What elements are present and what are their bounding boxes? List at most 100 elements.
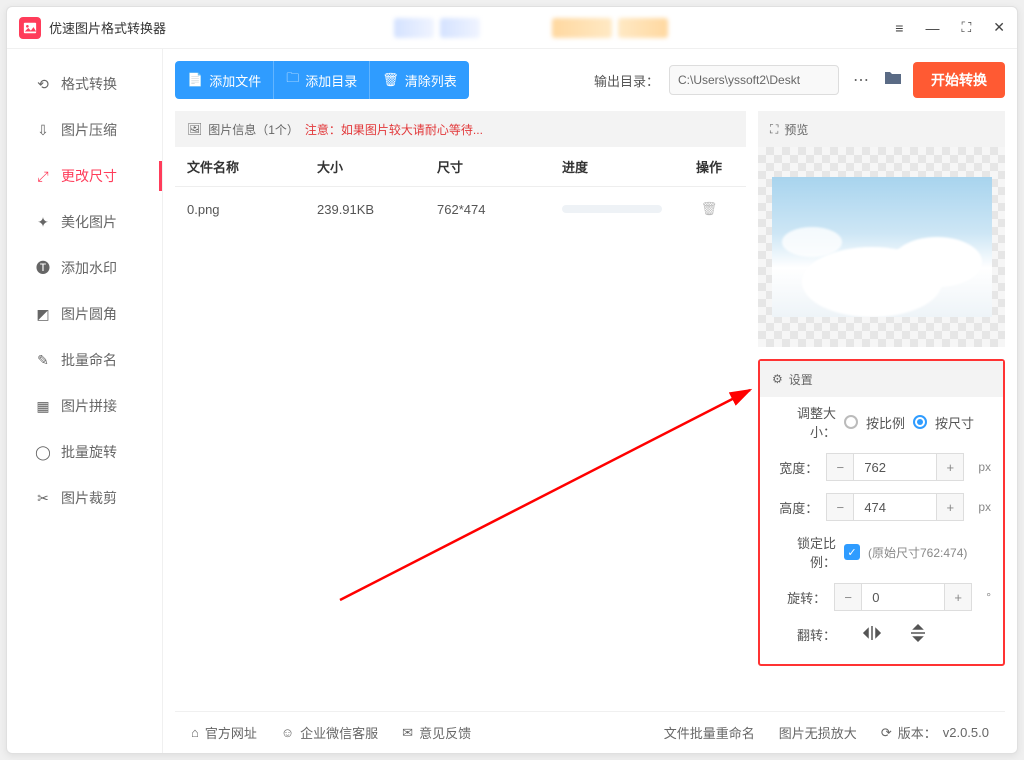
footer-upscale[interactable]: 图片无损放大 <box>779 723 857 742</box>
cell-progress <box>562 205 684 213</box>
footer-version: ⟳版本：v2.0.5.0 <box>881 723 989 742</box>
sidebar-item-format-convert[interactable]: ⟲ 格式转换 <box>7 61 162 107</box>
blurred-area <box>618 18 668 38</box>
sidebar-item-rotate[interactable]: ◯ 批量旋转 <box>7 429 162 475</box>
footer-feedback[interactable]: ✉意见反馈 <box>402 723 471 742</box>
sidebar-item-watermark[interactable]: 🅣添加水印 <box>7 245 162 291</box>
rotate-input[interactable] <box>862 583 944 611</box>
footer-label: 意见反馈 <box>419 723 471 742</box>
globe-icon: ⌂ <box>191 725 199 740</box>
version-value: v2.0.5.0 <box>943 725 989 740</box>
height-increment[interactable]: + <box>936 493 964 521</box>
resize-label: 调整大小： <box>772 403 836 441</box>
sidebar-item-label: 批量命名 <box>61 350 117 370</box>
col-dim: 尺寸 <box>437 157 562 176</box>
clear-list-button[interactable]: 🗑清除列表 <box>369 61 469 99</box>
sidebar-item-label: 更改尺寸 <box>61 166 117 186</box>
compress-icon: ⇩ <box>35 122 51 138</box>
beautify-icon: ✦ <box>35 214 51 230</box>
stitch-icon: ▦ <box>35 398 51 414</box>
width-label: 宽度： <box>772 458 818 477</box>
flip-vertical-button[interactable] <box>908 623 928 646</box>
sidebar-item-resize[interactable]: ⤢ 更改尺寸 <box>7 153 162 199</box>
table-row[interactable]: 0.png 239.91KB 762*474 🗑 <box>175 187 746 231</box>
radio-by-size[interactable] <box>913 415 927 429</box>
delete-row-button[interactable]: 🗑 <box>684 201 734 217</box>
sidebar-item-round-corner[interactable]: ◩ 图片圆角 <box>7 291 162 337</box>
menu-button[interactable]: ≡ <box>895 20 903 36</box>
sidebar-item-label: 图片拼接 <box>61 396 117 416</box>
round-icon: ◩ <box>35 306 51 322</box>
add-folder-button[interactable]: 🗀添加目录 <box>273 61 369 99</box>
footer-support[interactable]: ☺企业微信客服 <box>281 723 378 742</box>
radio-size-label: 按尺寸 <box>935 413 974 432</box>
radio-ratio-label: 按比例 <box>866 413 905 432</box>
progress-bar <box>562 205 662 213</box>
blurred-area <box>440 18 480 38</box>
sidebar-item-label: 图片圆角 <box>61 304 117 324</box>
start-convert-button[interactable]: 开始转换 <box>913 62 1005 98</box>
preview-image <box>772 177 992 317</box>
width-input[interactable] <box>854 453 936 481</box>
preview-area <box>758 147 1005 347</box>
fullscreen-button[interactable]: ⛶ <box>961 19 971 36</box>
preview-label: 预览 <box>784 121 808 138</box>
convert-icon: ⟲ <box>35 76 51 92</box>
settings-title-bar: ⚙ 设置 <box>760 361 1003 397</box>
footer-batch-rename[interactable]: 文件批量重命名 <box>664 723 755 742</box>
browse-folder-button[interactable] <box>883 68 903 93</box>
sidebar-item-label: 批量旋转 <box>61 442 117 462</box>
unit-px: px <box>978 460 991 474</box>
sidebar-item-rename[interactable]: ✎批量命名 <box>7 337 162 383</box>
resize-icon: ⤢ <box>35 168 51 184</box>
app-title: 优速图片格式转换器 <box>49 18 166 37</box>
lock-ratio-checkbox[interactable]: ✓ <box>844 544 860 560</box>
cell-dim: 762*474 <box>437 202 562 217</box>
info-bar: 🖼 图片信息（1个） 注意：如果图片较大请耐心等待... <box>175 111 746 147</box>
preview-icon: ⛶ <box>770 122 778 137</box>
button-label: 清除列表 <box>405 71 457 90</box>
rotate-label: 旋转： <box>772 588 826 607</box>
add-file-button[interactable]: 📄添加文件 <box>175 61 273 99</box>
height-input[interactable] <box>854 493 936 521</box>
gear-icon: ⚙ <box>772 372 783 386</box>
more-button[interactable]: ⋯ <box>849 70 873 90</box>
preview-title: ⛶ 预览 <box>758 111 1005 147</box>
col-op: 操作 <box>684 157 734 176</box>
cell-size: 239.91KB <box>317 202 437 217</box>
lock-label: 锁定比例： <box>772 533 836 571</box>
table-header: 文件名称 大小 尺寸 进度 操作 <box>175 147 746 187</box>
settings-title: 设置 <box>789 371 813 388</box>
sidebar-item-beautify[interactable]: ✦美化图片 <box>7 199 162 245</box>
rotate-increment[interactable]: + <box>944 583 972 611</box>
col-name: 文件名称 <box>187 157 317 176</box>
rotate-decrement[interactable]: − <box>834 583 862 611</box>
watermark-icon: 🅣 <box>35 260 51 276</box>
blurred-area <box>552 18 612 38</box>
radio-by-ratio[interactable] <box>844 415 858 429</box>
sidebar-item-stitch[interactable]: ▦ 图片拼接 <box>7 383 162 429</box>
close-button[interactable]: ✕ <box>993 19 1005 36</box>
folder-icon: 🗀 <box>286 69 299 91</box>
flip-label: 翻转： <box>772 625 836 644</box>
rotate-icon: ◯ <box>35 444 51 460</box>
sidebar-item-crop[interactable]: ✂图片裁剪 <box>7 475 162 521</box>
unit-deg: ° <box>986 590 991 604</box>
sidebar-item-compress[interactable]: ⇩图片压缩 <box>7 107 162 153</box>
sidebar-item-label: 格式转换 <box>61 74 117 94</box>
output-dir-input[interactable] <box>669 65 839 95</box>
col-prog: 进度 <box>562 157 684 176</box>
width-increment[interactable]: + <box>936 453 964 481</box>
output-dir-label: 输出目录： <box>594 71 659 90</box>
settings-panel: ⚙ 设置 调整大小： 按比例 按尺寸 宽度： − <box>758 359 1005 666</box>
height-decrement[interactable]: − <box>826 493 854 521</box>
info-text: 图片信息（1个） <box>208 121 299 138</box>
footer-official-site[interactable]: ⌂官方网址 <box>191 723 257 742</box>
width-decrement[interactable]: − <box>826 453 854 481</box>
flip-horizontal-button[interactable] <box>862 623 882 646</box>
app-icon <box>19 17 41 39</box>
crop-icon: ✂ <box>35 490 51 506</box>
file-icon: 📄 <box>187 72 203 88</box>
cell-name: 0.png <box>187 202 317 217</box>
minimize-button[interactable]: — <box>925 20 939 36</box>
